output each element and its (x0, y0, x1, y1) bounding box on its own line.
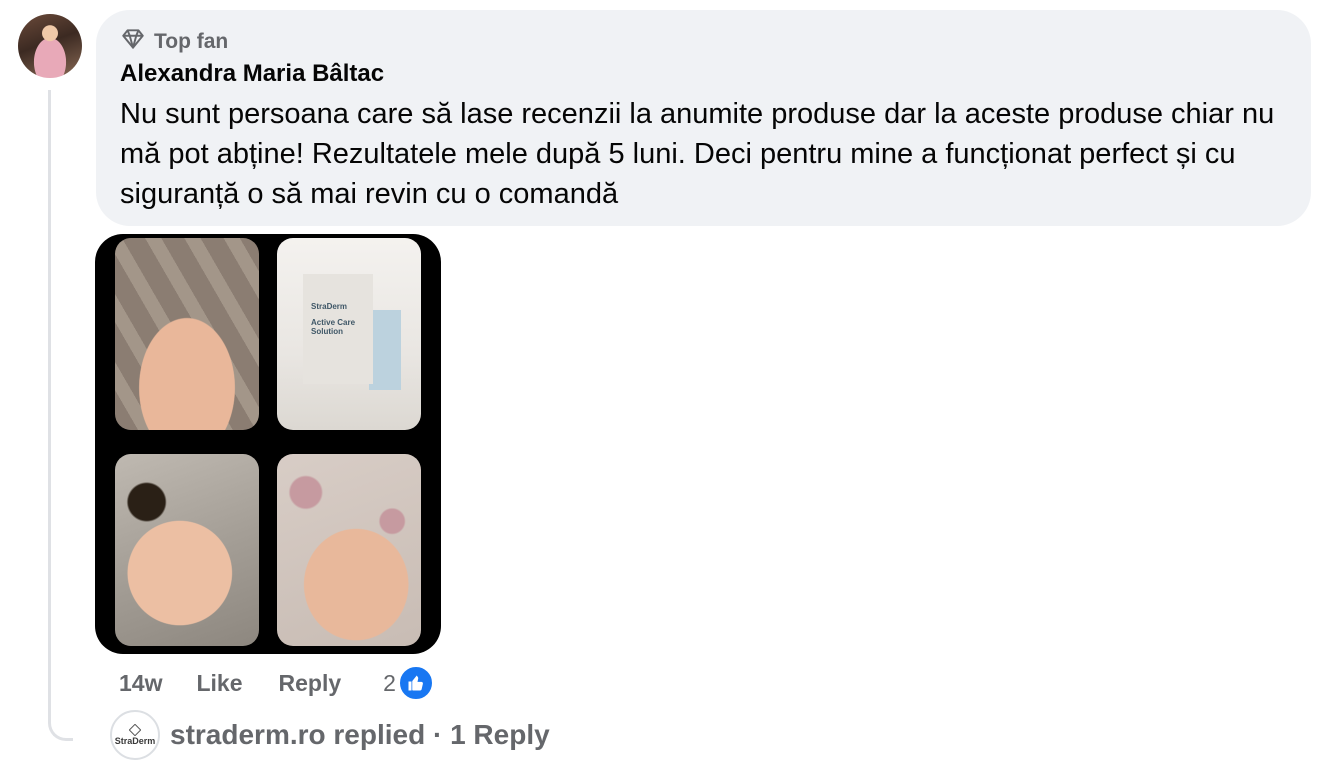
reply-button[interactable]: Reply (279, 670, 342, 697)
photo-hand-2[interactable] (115, 454, 259, 646)
replies-summary-text[interactable]: straderm.ro replied · 1 Reply (170, 719, 550, 751)
comment-photo-collage[interactable]: StraDerm Active Care Solution (95, 234, 441, 654)
comment-text: Nu sunt persoana care să lase recenzii l… (120, 98, 1275, 210)
photo-hand-3[interactable] (277, 454, 421, 646)
view-replies-link[interactable]: StraDerm straderm.ro replied · 1 Reply (110, 710, 550, 760)
straderm-avatar-text: StraDerm (114, 736, 156, 746)
straderm-avatar[interactable]: StraDerm (110, 710, 160, 760)
photo-product-box[interactable]: StraDerm Active Care Solution (277, 238, 421, 430)
product-box-brand: StraDerm (311, 302, 348, 311)
straderm-logo-icon (129, 724, 141, 736)
photo-hand-1[interactable] (115, 238, 259, 430)
diamond-icon (120, 26, 146, 57)
comment-author[interactable]: Alexandra Maria Bâltac (120, 60, 384, 88)
reaction-count: 2 (383, 669, 396, 696)
product-box-name: Active Care Solution (311, 318, 356, 336)
badge-label: Top fan (154, 29, 229, 53)
commenter-avatar[interactable] (18, 14, 82, 78)
comment-timestamp[interactable]: 14w (119, 670, 162, 697)
top-fan-badge: Top fan (120, 26, 228, 57)
thumbs-up-icon (397, 665, 434, 701)
comment-actions: 14w Like Reply 2 (119, 665, 434, 701)
reaction-summary[interactable]: 2 (383, 665, 434, 701)
reply-thread-connector (48, 90, 73, 741)
comment-bubble: Top fan Alexandra Maria Bâltac Nu sunt p… (96, 10, 1311, 226)
like-button[interactable]: Like (196, 670, 242, 697)
